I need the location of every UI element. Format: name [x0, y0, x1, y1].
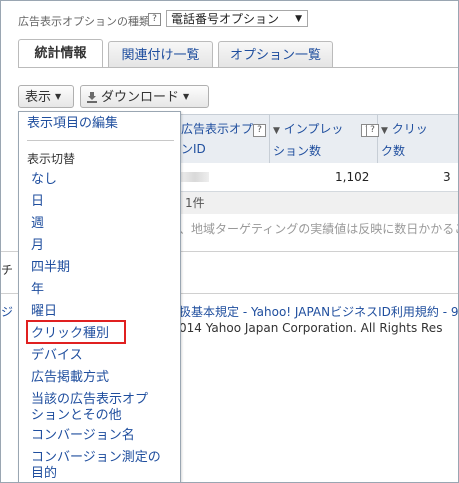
- highlight-box: [26, 320, 126, 344]
- chevron-down-icon: ▼: [55, 92, 62, 101]
- menu-item-device[interactable]: デバイス: [31, 348, 83, 364]
- table-header: 広告表示オプ ンID ? ▼ インプレッ ション数 ? ▼ クリッ ク数 ?: [179, 114, 458, 164]
- option-type-label: 広告表示オプションの種類: [18, 15, 150, 28]
- tab-statistics[interactable]: 統計情報: [18, 39, 103, 68]
- column-impressions-line2: ション数: [273, 144, 322, 158]
- column-impressions-line1: インプレッ: [283, 122, 344, 136]
- download-icon: [87, 92, 97, 103]
- column-clicks-line1: クリッ: [391, 122, 428, 136]
- column-impressions[interactable]: ▼ インプレッ ション数 ?: [273, 115, 378, 163]
- menu-item-conversion-name[interactable]: コンバージョン名: [31, 428, 135, 444]
- data-notice: 、地域ターゲティングの実績値は反映に数日かかるこ: [179, 222, 459, 236]
- column-option-id-line2: ンID: [181, 142, 206, 156]
- column-clicks-line2: ク数: [381, 144, 406, 158]
- result-count: 1件: [179, 192, 458, 214]
- clicks-value: 3: [443, 170, 451, 184]
- help-icon[interactable]: ?: [366, 124, 379, 137]
- tab-options[interactable]: オプション一覧: [218, 41, 333, 68]
- copyright-text: 014 Yahoo Japan Corporation. All Rights …: [179, 321, 443, 335]
- result-count-text: 1件: [185, 196, 205, 210]
- menu-item-quarter[interactable]: 四半期: [31, 260, 70, 276]
- help-icon[interactable]: ?: [148, 13, 161, 26]
- menu-item-this-option-and-other[interactable]: 当該の広告表示オプ ションとその他: [31, 392, 148, 424]
- menu-item-month[interactable]: 月: [31, 238, 44, 254]
- menu-item-edit-columns[interactable]: 表示項目の編集: [27, 116, 118, 132]
- menu-item-year[interactable]: 年: [31, 282, 44, 298]
- download-button-label: ダウンロード: [101, 90, 180, 105]
- display-menu: 表示項目の編集 表示切替 なし 日 週 月 四半期 年 曜日 クリック種別 デバ…: [18, 111, 181, 482]
- menu-item-line: 当該の広告表示オプ: [31, 392, 149, 407]
- side-text-fragment: チ: [1, 263, 14, 277]
- footer-link-fragment[interactable]: ジ: [1, 303, 13, 320]
- menu-item-line: 目的: [31, 466, 58, 481]
- column-clicks[interactable]: ▼ クリッ ク数 ?: [366, 115, 458, 163]
- help-icon[interactable]: ?: [253, 124, 266, 137]
- menu-item-none[interactable]: なし: [31, 172, 57, 188]
- chevron-down-icon: ▼: [183, 92, 190, 101]
- chevron-down-icon: ▼: [295, 14, 302, 24]
- download-button[interactable]: ダウンロード ▼: [80, 85, 209, 108]
- menu-item-line: コンバージョン測定の: [31, 450, 161, 465]
- page-frame: 広告表示オプションの種類 ? 電話番号オプション ▼ 統計情報 関連付け一覧 オ…: [0, 0, 459, 483]
- menu-section-switch: 表示切替: [27, 152, 76, 166]
- menu-item-day[interactable]: 日: [31, 194, 44, 210]
- table-row: 1,102 3: [179, 163, 458, 192]
- impressions-value: 1,102: [335, 170, 370, 184]
- menu-item-conversion-purpose[interactable]: コンバージョン測定の 目的: [31, 450, 161, 482]
- menu-item-line: ションとその他: [31, 408, 122, 423]
- option-type-select[interactable]: 電話番号オプション ▼: [166, 10, 308, 27]
- tab-associations[interactable]: 関連付け一覧: [108, 41, 213, 68]
- footer-links-text[interactable]: 扱基本規定 - Yahoo! JAPANビジネスID利用規約 - 9: [179, 303, 458, 320]
- redacted-cell: [181, 172, 209, 182]
- sort-icon: ▼: [381, 126, 388, 136]
- option-type-value: 電話番号オプション: [171, 12, 280, 26]
- tab-divider: [18, 67, 458, 68]
- menu-item-week[interactable]: 週: [31, 216, 44, 232]
- menu-item-ad-format[interactable]: 広告掲載方式: [31, 370, 109, 386]
- menu-item-weekday[interactable]: 曜日: [31, 304, 57, 320]
- display-button[interactable]: 表示 ▼: [18, 85, 74, 108]
- column-option-id[interactable]: 広告表示オプ ンID ?: [181, 115, 267, 163]
- sort-icon: ▼: [273, 126, 280, 136]
- display-button-label: 表示: [25, 90, 52, 105]
